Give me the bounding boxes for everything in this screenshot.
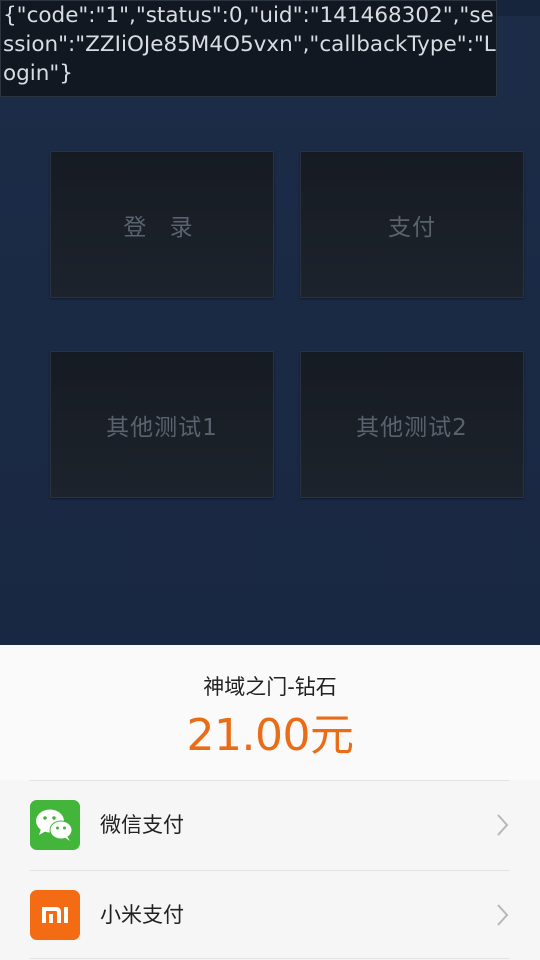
product-name: 神域之门-钻石 [203, 675, 337, 699]
payment-header: 神域之门-钻石 21.00元 [0, 645, 540, 780]
mi-pay-option[interactable]: 小米支付 [30, 870, 510, 959]
price-amount: 21.00元 [186, 710, 354, 761]
other-test-2-button[interactable]: 其他测试2 [300, 351, 524, 498]
payment-sheet: 神域之门-钻石 21.00元 微信支付 小米支付 [0, 645, 540, 960]
wechat-pay-option[interactable]: 微信支付 [30, 780, 510, 869]
wechat-icon [30, 800, 80, 850]
pay-button[interactable]: 支付 [300, 151, 524, 298]
chevron-right-icon [497, 904, 509, 926]
mi-pay-label: 小米支付 [100, 903, 184, 927]
app-screen: {"code":"1","status":0,"uid":"141468302"… [0, 0, 540, 960]
wechat-pay-label: 微信支付 [100, 813, 184, 837]
callback-log: {"code":"1","status":0,"uid":"141468302"… [0, 0, 497, 97]
chevron-right-icon [497, 814, 509, 836]
login-button[interactable]: 登 录 [50, 151, 274, 298]
mi-icon [30, 890, 80, 940]
other-test-1-button[interactable]: 其他测试1 [50, 351, 274, 498]
